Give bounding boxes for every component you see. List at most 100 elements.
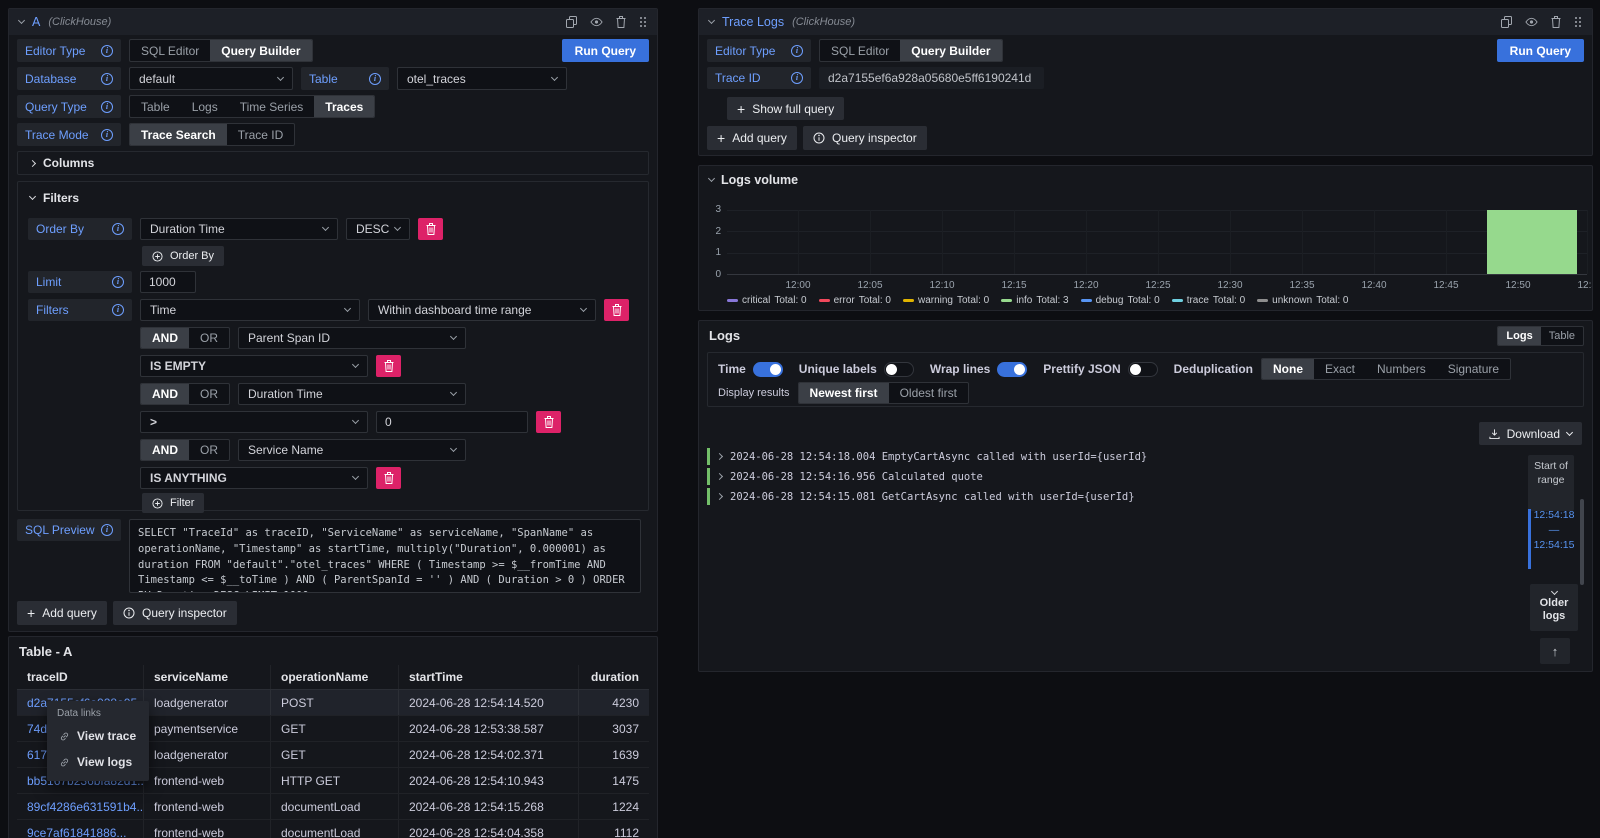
info-icon[interactable]: i [112, 223, 124, 235]
eye-icon[interactable] [590, 17, 603, 27]
oldest-first-option[interactable]: Oldest first [889, 383, 968, 403]
dedup-numbers-option[interactable]: Numbers [1366, 359, 1437, 379]
table-panel-title[interactable]: Table - A [9, 637, 657, 659]
trace-id-option[interactable]: Trace ID [227, 124, 295, 145]
legend-item-warning[interactable]: warningTotal: 0 [903, 295, 989, 306]
limit-input[interactable] [140, 271, 196, 293]
info-icon[interactable]: i [791, 45, 803, 57]
filter-time-range-select[interactable]: Within dashboard time range [368, 299, 596, 321]
collapse-chevron-icon[interactable] [18, 17, 25, 24]
legend-item-debug[interactable]: debugTotal: 0 [1081, 295, 1160, 306]
dedup-signature-option[interactable]: Signature [1437, 359, 1510, 379]
remove-filter-button[interactable] [604, 299, 629, 321]
drag-handle-icon[interactable] [639, 16, 647, 28]
panel-title[interactable]: A [32, 15, 40, 29]
sql-preview-code[interactable]: SELECT "TraceId" as traceID, "ServiceNam… [129, 519, 641, 593]
database-select[interactable]: default [129, 67, 293, 90]
info-volume-bar[interactable] [1487, 210, 1577, 274]
info-icon[interactable]: i [101, 73, 113, 85]
filter-field-select[interactable]: Service Name [238, 439, 466, 461]
info-icon[interactable]: i [101, 45, 113, 57]
filter-operator-select[interactable]: > [140, 411, 368, 433]
scroll-to-top-button[interactable]: ↑ [1540, 638, 1570, 664]
add-query-button[interactable]: + Add query [707, 126, 797, 150]
sql-editor-option[interactable]: SQL Editor [130, 40, 210, 61]
trash-icon[interactable] [616, 16, 626, 28]
sql-editor-option[interactable]: SQL Editor [820, 40, 900, 61]
info-icon[interactable]: i [369, 73, 381, 85]
legend-item-error[interactable]: errorTotal: 0 [819, 295, 891, 306]
view-trace-menu-item[interactable]: View trace [47, 723, 149, 749]
dedup-none-option[interactable]: None [1262, 359, 1314, 379]
query-type-logs[interactable]: Logs [181, 96, 229, 117]
eye-icon[interactable] [1525, 17, 1538, 27]
legend-item-trace[interactable]: traceTotal: 0 [1172, 295, 1245, 306]
info-icon[interactable]: i [112, 304, 124, 316]
trace-id-link[interactable]: 9ce7af61841886... [17, 820, 144, 838]
and-option[interactable]: AND [141, 440, 189, 460]
dedup-exact-option[interactable]: Exact [1314, 359, 1366, 379]
wrap-lines-toggle[interactable] [997, 362, 1027, 377]
column-header-operationname[interactable]: operationName [271, 665, 399, 689]
remove-filter-button[interactable] [376, 467, 401, 489]
run-query-button[interactable]: Run Query [1497, 39, 1584, 62]
newest-first-option[interactable]: Newest first [799, 383, 889, 403]
info-icon[interactable]: i [101, 524, 113, 536]
query-type-time-series[interactable]: Time Series [229, 96, 315, 117]
trash-icon[interactable] [1551, 16, 1561, 28]
copy-icon[interactable] [1501, 16, 1512, 28]
logs-volume-title[interactable]: Logs volume [721, 173, 798, 187]
columns-section[interactable]: Columns [17, 151, 649, 175]
view-logs-option[interactable]: Logs [1498, 327, 1540, 345]
remove-order-by-button[interactable] [418, 218, 443, 240]
query-builder-option[interactable]: Query Builder [900, 40, 1001, 61]
expand-chevron-icon[interactable] [716, 453, 723, 460]
unique-labels-toggle[interactable] [884, 362, 914, 377]
show-full-query-button[interactable]: + Show full query [727, 97, 844, 120]
info-icon[interactable]: i [112, 276, 124, 288]
view-table-option[interactable]: Table [1541, 327, 1583, 345]
filter-value-input[interactable] [376, 411, 528, 433]
and-option[interactable]: AND [141, 384, 189, 404]
column-header-starttime[interactable]: startTime [399, 665, 579, 689]
expand-chevron-icon[interactable] [716, 473, 723, 480]
trace-search-option[interactable]: Trace Search [130, 124, 227, 145]
filter-operator-select[interactable]: IS ANYTHING [140, 467, 368, 489]
order-by-field-select[interactable]: Duration Time [140, 218, 338, 240]
legend-item-unknown[interactable]: unknownTotal: 0 [1257, 295, 1348, 306]
log-line[interactable]: 2024-06-28 12:54:18.004 EmptyCartAsync c… [707, 447, 1472, 466]
add-order-by-button[interactable]: Order By [142, 246, 224, 266]
column-header-servicename[interactable]: serviceName [144, 665, 271, 689]
expand-chevron-icon[interactable] [716, 493, 723, 500]
logs-volume-plot[interactable] [727, 210, 1587, 275]
legend-item-info[interactable]: infoTotal: 3 [1001, 295, 1068, 306]
time-toggle[interactable] [753, 362, 783, 377]
filters-section-header[interactable]: Filters [18, 190, 648, 206]
order-by-direction-select[interactable]: DESC [346, 218, 410, 240]
remove-filter-button[interactable] [536, 411, 561, 433]
info-icon[interactable]: i [791, 72, 803, 84]
query-type-table[interactable]: Table [130, 96, 181, 117]
log-line[interactable]: 2024-06-28 12:54:16.956 Calculated quote [707, 467, 1472, 486]
add-filter-button[interactable]: Filter [142, 493, 204, 513]
query-inspector-button[interactable]: Query inspector [803, 126, 927, 150]
query-builder-option[interactable]: Query Builder [210, 40, 311, 61]
and-option[interactable]: AND [141, 328, 189, 348]
or-option[interactable]: OR [189, 384, 229, 404]
logs-panel-title[interactable]: Logs [699, 321, 1592, 343]
legend-item-critical[interactable]: criticalTotal: 0 [727, 295, 807, 306]
info-icon[interactable]: i [101, 101, 113, 113]
run-query-button[interactable]: Run Query [562, 39, 649, 62]
collapse-chevron-icon[interactable] [708, 17, 715, 24]
log-range-indicator[interactable]: 12:54:18 — 12:54:15 [1530, 509, 1578, 569]
download-button[interactable]: Download [1479, 422, 1582, 445]
older-logs-button[interactable]: Older logs [1530, 584, 1578, 631]
column-header-traceid[interactable]: traceID [17, 665, 144, 689]
or-option[interactable]: OR [189, 328, 229, 348]
view-logs-menu-item[interactable]: View logs [47, 749, 149, 775]
prettify-json-toggle[interactable] [1128, 362, 1158, 377]
filter-field-select[interactable]: Time [140, 299, 360, 321]
remove-filter-button[interactable] [376, 355, 401, 377]
collapse-chevron-icon[interactable] [708, 175, 715, 182]
copy-icon[interactable] [566, 16, 577, 28]
